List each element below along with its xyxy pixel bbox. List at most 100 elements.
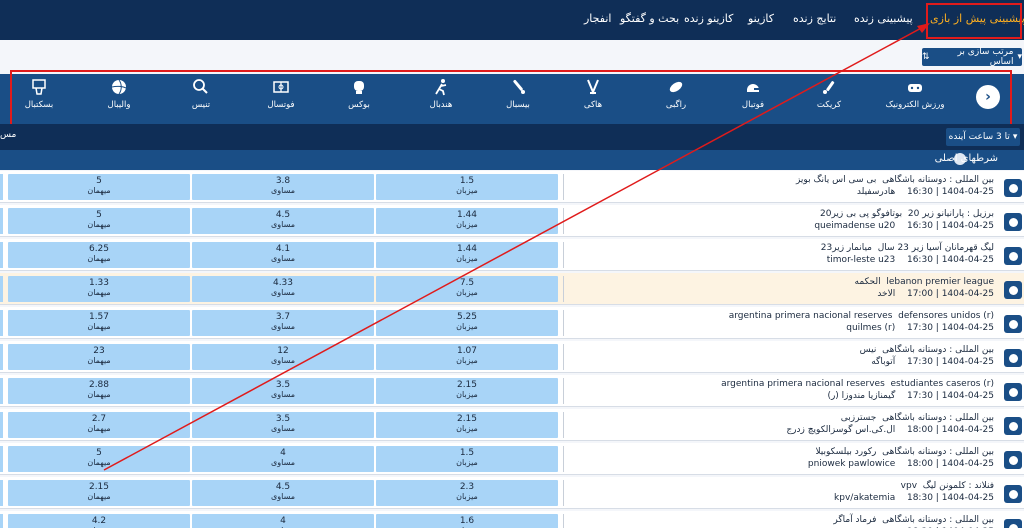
odd-label: میهمان [87, 424, 111, 433]
divider [563, 412, 564, 438]
odd-label: مساوی [271, 424, 295, 433]
odd-draw-button[interactable]: 12 مساوی [192, 344, 374, 370]
table-row[interactable]: 2.88 میهمان 3.5 مساوی 2.15 میزبان argentina pr… [0, 375, 1024, 407]
odd-home-button[interactable]: 7.5 میزبان [376, 276, 558, 302]
odd-value: 5.25 [456, 312, 478, 322]
odd-away-button[interactable]: 4.2میهمان [8, 514, 190, 528]
table-row[interactable]: 5 میهمان 4.5 مساوی 1.44 میزبان برزیل : پارانیا… [0, 205, 1024, 237]
odd-draw-button[interactable]: 4.5 مساوی [192, 480, 374, 506]
sort-icon: ⇅ [922, 52, 930, 62]
odd-home-button[interactable]: 2.15 میزبان [376, 378, 558, 404]
league-name: برزیل : پارانیانو زیر 20 [907, 209, 994, 219]
away-team: گیمنازیا مندوزا (ر) [827, 391, 896, 401]
league-name: بین المللی : دوستانه باشگاهی [882, 515, 994, 525]
league-name: argentina primera nacional reserves [728, 311, 893, 321]
odd-draw-button[interactable]: 4.33 مساوی [192, 276, 374, 302]
odd-home-button[interactable]: 2.15 میزبان [376, 412, 558, 438]
league-name: argentina primera nacional reserves [721, 379, 885, 389]
odd-draw-button[interactable]: 4.5 مساوی [192, 208, 374, 234]
odd-home-button[interactable]: 1.5 میزبان [376, 174, 558, 200]
odd-value: 4.2 [91, 516, 107, 526]
match-info: lebanon premier league الحکمه 1404-04-25 … [574, 276, 994, 300]
table-row[interactable]: 1.33 میهمان 4.33 مساوی 7.5 میزبان lebanon prem… [0, 273, 1024, 305]
odd-home-button[interactable]: 1.07 میزبان [376, 344, 558, 370]
odd-draw-button[interactable]: 3.5 مساوی [192, 378, 374, 404]
table-row[interactable]: 5 میهمان 4 مساوی 1.5 میزبان بین المللی : دوستا… [0, 443, 1024, 475]
odd-label: میهمان [87, 356, 111, 365]
odd-value: 3.7 [275, 312, 291, 322]
match-info: بین المللی : دوستانه باشگاهی بی سی اس یا… [574, 174, 994, 198]
odd-edge [0, 276, 3, 302]
odd-draw-button[interactable]: 3.8 مساوی [192, 174, 374, 200]
odd-label: میزبان [456, 356, 478, 365]
odd-home-button[interactable]: 1.44 میزبان [376, 242, 558, 268]
odd-draw-button[interactable]: 4مساوی [192, 514, 374, 528]
odd-away-button[interactable]: 5 میهمان [8, 208, 190, 234]
odd-away-button[interactable]: 1.57 میهمان [8, 310, 190, 336]
match-info: بین المللی : دوستانه باشگاهی جسترزبی 1404… [574, 412, 994, 436]
nav-item-5[interactable]: بحث و گفتگو [620, 12, 679, 25]
odd-draw-button[interactable]: 3.5 مساوی [192, 412, 374, 438]
match-info: بین المللی : دوستانه باشگاهی فرماد آماگر… [574, 514, 994, 528]
table-row[interactable]: 5 میهمان 3.8 مساوی 1.5 میزبان بین المللی : دوس… [0, 171, 1024, 203]
time-filter-label: تا 3 ساعت آینده [948, 132, 1010, 142]
odd-label: مساوی [271, 390, 295, 399]
odd-label: میزبان [456, 390, 478, 399]
odd-away-button[interactable]: 2.7 میهمان [8, 412, 190, 438]
time-filter-bar [0, 124, 1024, 150]
match-time: 1404-04-25 | 17:30 [906, 391, 994, 401]
table-row[interactable]: 2.15 میهمان 4.5 مساوی 2.3 میزبان فنلاند : کلمو… [0, 477, 1024, 509]
table-row[interactable]: 2.7 میهمان 3.5 مساوی 2.15 میزبان بین المللی : … [0, 409, 1024, 441]
nav-item-2[interactable]: نتایج زنده [793, 12, 836, 25]
table-row[interactable]: 1.57 میهمان 3.7 مساوی 5.25 میزبان argentina pr… [0, 307, 1024, 339]
odd-draw-button[interactable]: 4.1 مساوی [192, 242, 374, 268]
odd-value: 3.5 [275, 380, 291, 390]
table-row[interactable]: 4.2میهمان4مساوی1.6میزبان بین المللی : دوس… [0, 511, 1024, 528]
odd-label: مساوی [271, 492, 295, 501]
table-row[interactable]: 6.25 میهمان 4.1 مساوی 1.44 میزبان لیگ قهرمانان… [0, 239, 1024, 271]
odd-value: 5 [96, 448, 102, 458]
home-team: نیس [859, 345, 877, 355]
home-team: estudiantes caseros (r) [890, 379, 994, 389]
odd-label: میهمان [87, 220, 111, 229]
nav-item-1[interactable]: پیشبینی زنده [854, 12, 913, 25]
nav-item-6[interactable]: انفجار [584, 12, 611, 25]
odd-value: 2.88 [88, 380, 110, 390]
league-name: lebanon premier league [886, 277, 994, 287]
table-row[interactable]: 23 میهمان 12 مساوی 1.07 میزبان بین المللی : دو… [0, 341, 1024, 373]
odd-away-button[interactable]: 23 میهمان [8, 344, 190, 370]
odd-home-button[interactable]: 1.5 میزبان [376, 446, 558, 472]
sort-button[interactable]: ▾ مرتب سازی بر اساس ⇅ [922, 47, 1022, 67]
odd-home-button[interactable]: 2.3 میزبان [376, 480, 558, 506]
nav-item-3[interactable]: کازینو [748, 12, 774, 25]
odd-edge [0, 208, 3, 234]
odd-draw-button[interactable]: 3.7 مساوی [192, 310, 374, 336]
soccer-ball-icon [1004, 281, 1022, 299]
nav-item-4[interactable]: کازینو زنده [684, 12, 733, 25]
odd-away-button[interactable]: 2.88 میهمان [8, 378, 190, 404]
odd-label: میزبان [456, 254, 478, 263]
odd-value: 4.5 [275, 482, 291, 492]
odd-edge [0, 514, 3, 528]
odd-away-button[interactable]: 5 میهمان [8, 446, 190, 472]
odd-away-button[interactable]: 2.15 میهمان [8, 480, 190, 506]
odd-away-button[interactable]: 6.25 میهمان [8, 242, 190, 268]
odd-away-button[interactable]: 5 میهمان [8, 174, 190, 200]
odd-home-button[interactable]: 5.25 میزبان [376, 310, 558, 336]
league-name: بین المللی : دوستانه باشگاهی [882, 447, 994, 457]
soccer-ball-icon [1004, 451, 1022, 469]
odd-home-button[interactable]: 1.44 میزبان [376, 208, 558, 234]
odd-value: 5 [96, 210, 102, 220]
odd-home-button[interactable]: 1.6میزبان [376, 514, 558, 528]
match-time: 1404-04-25 | 18:00 [906, 459, 994, 469]
odd-draw-button[interactable]: 4مساوی [192, 446, 374, 472]
divider [563, 378, 564, 404]
odd-edge [0, 378, 3, 404]
odd-away-button[interactable]: 1.33 میهمان [8, 276, 190, 302]
odd-value: 4 [280, 516, 286, 526]
time-filter-button[interactable]: ▾ تا 3 ساعت آینده [946, 128, 1020, 146]
soccer-ball-icon [1004, 213, 1022, 231]
match-info: برزیل : پارانیانو زیر 20 بوتافوگو پی بی … [574, 208, 994, 232]
league-name: بین المللی : دوستانه باشگاهی [882, 345, 994, 355]
away-team: timor-leste u23 [826, 255, 896, 265]
